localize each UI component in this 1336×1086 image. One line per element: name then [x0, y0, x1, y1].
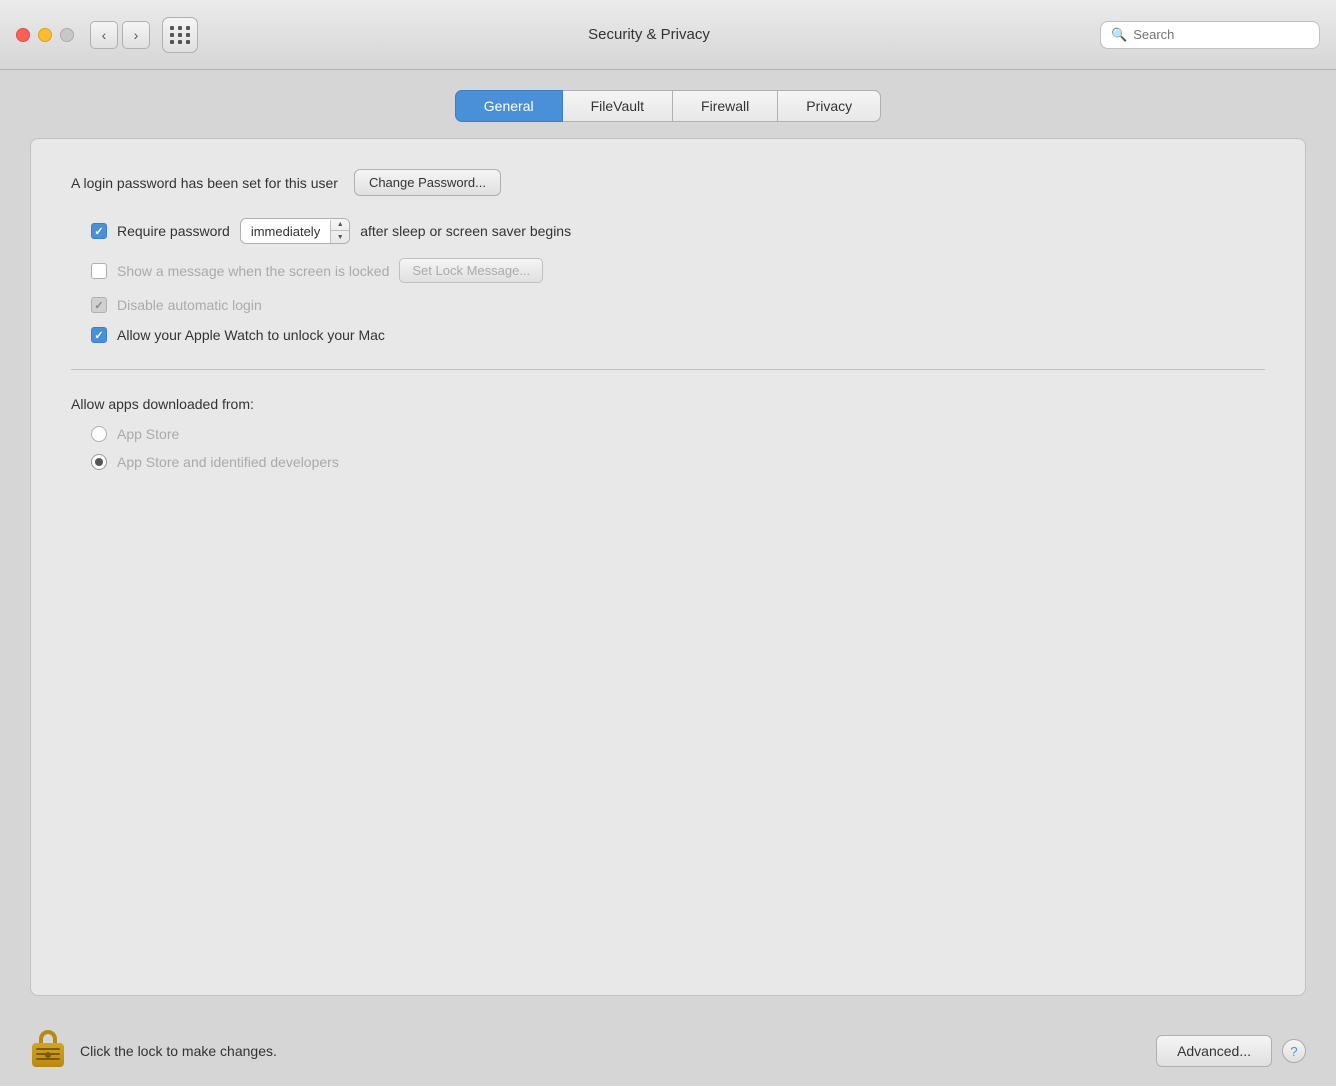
lock-icon[interactable]: [30, 1030, 66, 1072]
require-password-stepper[interactable]: immediately ▲ ▼: [240, 218, 350, 244]
stepper-down-arrow[interactable]: ▼: [331, 231, 349, 243]
show-message-label: Show a message when the screen is locked: [117, 263, 389, 279]
tab-privacy[interactable]: Privacy: [778, 90, 881, 122]
require-password-suffix: after sleep or screen saver begins: [360, 223, 571, 239]
radio-app-store[interactable]: [91, 426, 107, 442]
help-button[interactable]: ?: [1282, 1039, 1306, 1063]
lock-text: Click the lock to make changes.: [80, 1043, 277, 1059]
forward-icon: ›: [134, 27, 139, 43]
search-icon: 🔍: [1111, 27, 1127, 43]
lock-line: [36, 1048, 60, 1050]
search-box[interactable]: 🔍: [1100, 21, 1320, 49]
options-section: ✓ Require password immediately ▲ ▼ after…: [71, 218, 1265, 343]
lock-shackle: [39, 1030, 57, 1044]
radio-app-store-identified[interactable]: [91, 454, 107, 470]
tab-firewall[interactable]: Firewall: [673, 90, 778, 122]
show-message-checkbox[interactable]: [91, 263, 107, 279]
tab-bar: General FileVault Firewall Privacy: [30, 90, 1306, 122]
grid-view-button[interactable]: [162, 17, 198, 53]
change-password-button[interactable]: Change Password...: [354, 169, 501, 196]
window-title: Security & Privacy: [210, 26, 1088, 43]
section-divider: [71, 369, 1265, 370]
disable-autologin-row: ✓ Disable automatic login: [91, 297, 1265, 313]
maximize-button[interactable]: [60, 28, 74, 42]
nav-forward-button[interactable]: ›: [122, 21, 150, 49]
lock-line: [36, 1053, 60, 1055]
password-row: A login password has been set for this u…: [71, 169, 1265, 196]
show-message-row: Show a message when the screen is locked…: [91, 258, 1265, 283]
stepper-up-arrow[interactable]: ▲: [331, 219, 349, 231]
checkmark-icon: ✓: [94, 225, 103, 238]
radio-selected-dot: [95, 458, 103, 466]
radio-app-store-row: App Store: [91, 426, 1265, 442]
back-icon: ‹: [102, 27, 107, 43]
radio-app-store-identified-row: App Store and identified developers: [91, 454, 1265, 470]
lock-line: [36, 1058, 60, 1060]
apple-watch-checkmark-icon: ✓: [94, 329, 103, 342]
downloads-label: Allow apps downloaded from:: [71, 396, 1265, 412]
lock-section: Click the lock to make changes.: [30, 1030, 277, 1072]
require-password-row: ✓ Require password immediately ▲ ▼ after…: [91, 218, 1265, 244]
disable-autologin-checkbox[interactable]: ✓: [91, 297, 107, 313]
checkmark-gray-icon: ✓: [94, 299, 103, 312]
traffic-lights: [16, 28, 74, 42]
nav-buttons: ‹ ›: [90, 21, 150, 49]
advanced-button[interactable]: Advanced...: [1156, 1035, 1272, 1067]
tab-filevault[interactable]: FileVault: [563, 90, 673, 122]
search-input[interactable]: [1133, 27, 1309, 42]
apple-watch-label: Allow your Apple Watch to unlock your Ma…: [117, 327, 385, 343]
radio-app-store-identified-label: App Store and identified developers: [117, 454, 339, 470]
minimize-button[interactable]: [38, 28, 52, 42]
lock-body: [32, 1043, 64, 1067]
require-password-checkbox[interactable]: ✓: [91, 223, 107, 239]
bottom-bar: Click the lock to make changes. Advanced…: [0, 1016, 1336, 1086]
stepper-value: immediately: [241, 220, 331, 243]
downloads-section: Allow apps downloaded from: App Store Ap…: [71, 396, 1265, 470]
apple-watch-checkbox[interactable]: ✓: [91, 327, 107, 343]
set-lock-message-button[interactable]: Set Lock Message...: [399, 258, 543, 283]
grid-icon: [170, 26, 191, 44]
apple-watch-row: ✓ Allow your Apple Watch to unlock your …: [91, 327, 1265, 343]
titlebar: ‹ › Security & Privacy 🔍: [0, 0, 1336, 70]
password-label: A login password has been set for this u…: [71, 175, 338, 191]
disable-autologin-label: Disable automatic login: [117, 297, 262, 313]
content-panel: A login password has been set for this u…: [30, 138, 1306, 996]
main-content: General FileVault Firewall Privacy A log…: [0, 70, 1336, 1016]
radio-group: App Store App Store and identified devel…: [71, 426, 1265, 470]
nav-back-button[interactable]: ‹: [90, 21, 118, 49]
tab-general[interactable]: General: [455, 90, 563, 122]
bottom-right: Advanced... ?: [1156, 1035, 1306, 1067]
close-button[interactable]: [16, 28, 30, 42]
radio-app-store-label: App Store: [117, 426, 179, 442]
lock-lines: [32, 1043, 64, 1065]
require-password-label: Require password: [117, 223, 230, 239]
stepper-arrows[interactable]: ▲ ▼: [331, 219, 349, 243]
